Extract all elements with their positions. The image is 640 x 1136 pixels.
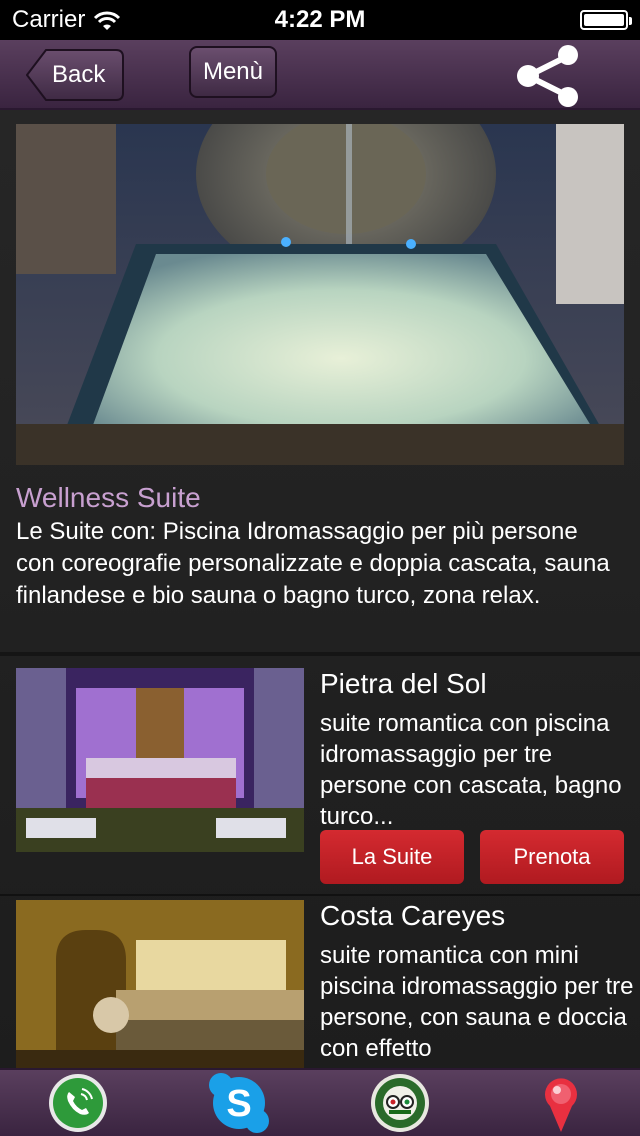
pietra-del-sol-thumbnail[interactable]: [16, 668, 304, 852]
menu-button[interactable]: Menù: [189, 46, 277, 98]
share-icon[interactable]: [512, 44, 584, 108]
wellness-suite-image[interactable]: [16, 124, 624, 465]
tab-bar: S: [0, 1068, 640, 1136]
item-title[interactable]: Costa Careyes: [320, 900, 505, 932]
list-item: Costa Careyes suite romantica con mini p…: [0, 896, 640, 1068]
status-bar: Carrier: [0, 0, 640, 40]
skype-letter: S: [226, 1083, 251, 1125]
wifi-icon: [93, 10, 121, 30]
phone-icon[interactable]: [47, 1072, 109, 1134]
item-title[interactable]: Pietra del Sol: [320, 668, 487, 700]
tripadvisor-icon[interactable]: [369, 1072, 431, 1134]
featured-title: Wellness Suite: [16, 482, 201, 513]
battery-icon: [580, 10, 632, 30]
back-button-label: Back: [52, 61, 106, 88]
carrier-label: Carrier: [12, 6, 86, 33]
featured-description: Le Suite con: Piscina Idromassaggio per …: [16, 518, 610, 609]
item-description: suite romantica con mini piscina idromas…: [320, 942, 634, 1062]
map-pin-icon[interactable]: [530, 1072, 592, 1134]
back-button[interactable]: Back: [26, 49, 124, 101]
item-description: suite romantica con piscina idromassaggi…: [320, 710, 622, 830]
content-scroll[interactable]: Wellness Suite Le Suite con: Piscina Idr…: [0, 110, 640, 1068]
nav-bar: Back Menù: [0, 40, 640, 110]
costa-careyes-thumbnail[interactable]: [16, 900, 304, 1068]
la-suite-button[interactable]: La Suite: [320, 830, 464, 884]
prenota-button[interactable]: Prenota: [480, 830, 624, 884]
list-item: Pietra del Sol suite romantica con pisci…: [0, 656, 640, 894]
skype-icon[interactable]: S: [208, 1072, 270, 1134]
status-left: Carrier: [12, 6, 121, 34]
